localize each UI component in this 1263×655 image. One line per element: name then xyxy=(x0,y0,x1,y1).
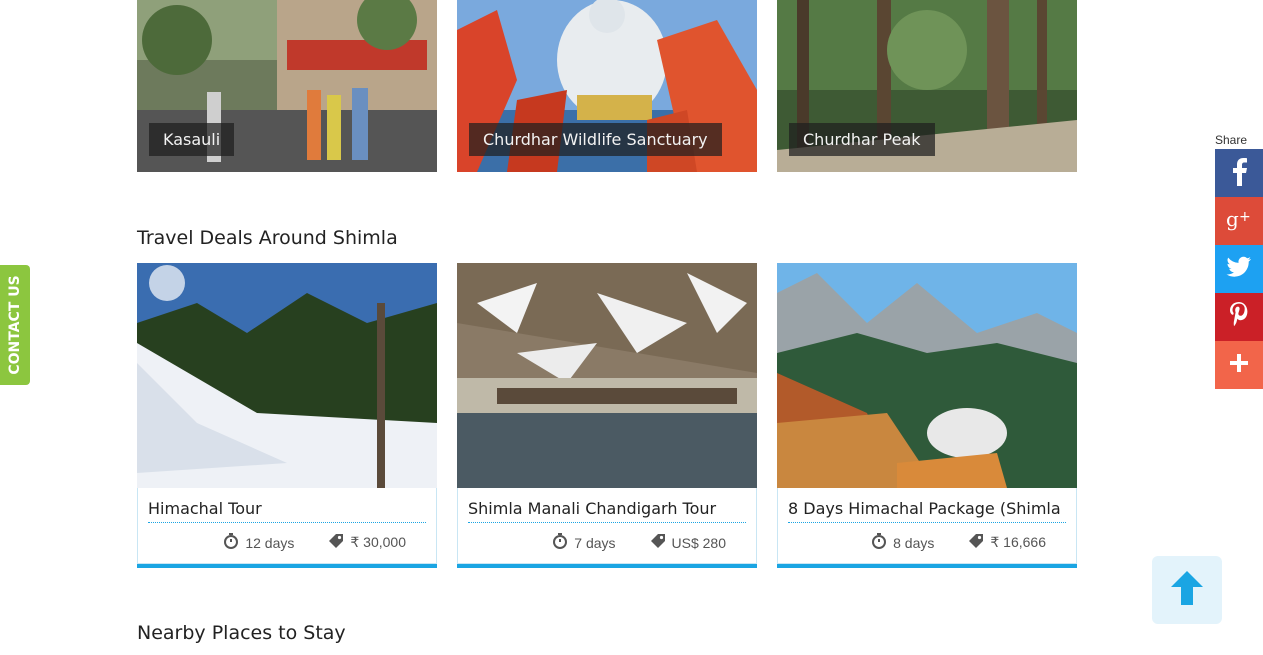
google-plus-icon: g + xyxy=(1225,207,1253,236)
section-title-places-to-stay: Nearby Places to Stay xyxy=(137,622,346,644)
pinterest-share-button[interactable] xyxy=(1215,293,1263,341)
deal-duration: 7 days xyxy=(574,534,616,551)
deal-duration: 8 days xyxy=(893,534,935,551)
place-caption: Churdhar Wildlife Sanctuary xyxy=(469,123,722,156)
deal-meta: 12 days ₹ 30,000 xyxy=(223,533,406,552)
deal-info: Shimla Manali Chandigarh Tour 7 days US$… xyxy=(457,488,757,564)
facebook-icon xyxy=(1228,156,1250,191)
arrow-up-icon xyxy=(1171,570,1203,610)
deal-price: ₹ 16,666 xyxy=(990,534,1046,550)
place-card-churdhar-peak[interactable]: Churdhar Peak xyxy=(777,0,1077,172)
deal-title[interactable]: 8 Days Himachal Package (Shimla + xyxy=(788,499,1066,523)
share-label: Share xyxy=(1215,133,1248,147)
back-to-top-button[interactable] xyxy=(1152,556,1222,624)
deal-photo xyxy=(777,263,1077,488)
deal-photo xyxy=(137,263,437,488)
deal-duration: 12 days xyxy=(245,534,295,551)
place-card-churdhar-wildlife[interactable]: Churdhar Wildlife Sanctuary xyxy=(457,0,757,172)
deal-info: Himachal Tour 12 days ₹ 30,000 xyxy=(137,488,437,564)
place-caption: Kasauli xyxy=(149,123,235,156)
place-caption: Churdhar Peak xyxy=(789,123,935,156)
pinterest-icon xyxy=(1228,301,1250,334)
facebook-share-button[interactable] xyxy=(1215,149,1263,197)
plus-icon xyxy=(1229,353,1249,378)
deal-card-shimla-manali[interactable]: Shimla Manali Chandigarh Tour 7 days US$… xyxy=(457,263,757,568)
twitter-icon xyxy=(1226,256,1252,283)
deal-meta: 8 days ₹ 16,666 xyxy=(871,533,1046,552)
price-tag-icon xyxy=(968,533,984,552)
google-plus-share-button[interactable]: g + xyxy=(1215,197,1263,245)
deal-info: 8 Days Himachal Package (Shimla + 8 days… xyxy=(777,488,1077,564)
deal-meta: 7 days US$ 280 xyxy=(552,533,726,552)
deal-bottom-bar xyxy=(137,564,437,568)
deal-price: ₹ 30,000 xyxy=(350,534,406,550)
place-card-kasauli[interactable]: Kasauli xyxy=(137,0,437,172)
stopwatch-icon xyxy=(552,533,568,552)
svg-text:g: g xyxy=(1226,207,1239,231)
deal-bottom-bar xyxy=(777,564,1077,568)
twitter-share-button[interactable] xyxy=(1215,245,1263,293)
contact-us-tab[interactable]: CONTACT US xyxy=(0,265,30,385)
price-tag-icon xyxy=(328,533,344,552)
section-title-travel-deals: Travel Deals Around Shimla xyxy=(137,227,398,249)
stopwatch-icon xyxy=(223,533,239,552)
deal-card-himachal-tour[interactable]: Himachal Tour 12 days ₹ 30,000 xyxy=(137,263,437,568)
deal-title[interactable]: Shimla Manali Chandigarh Tour xyxy=(468,499,746,523)
more-share-button[interactable] xyxy=(1215,341,1263,389)
deal-photo xyxy=(457,263,757,488)
contact-us-label: CONTACT US xyxy=(7,275,23,375)
deal-title[interactable]: Himachal Tour xyxy=(148,499,426,523)
price-tag-icon xyxy=(650,533,666,552)
deal-bottom-bar xyxy=(457,564,757,568)
deal-card-8-days-himachal[interactable]: 8 Days Himachal Package (Shimla + 8 days… xyxy=(777,263,1077,568)
deal-price: US$ 280 xyxy=(671,534,726,551)
svg-text:+: + xyxy=(1239,209,1251,225)
stopwatch-icon xyxy=(871,533,887,552)
